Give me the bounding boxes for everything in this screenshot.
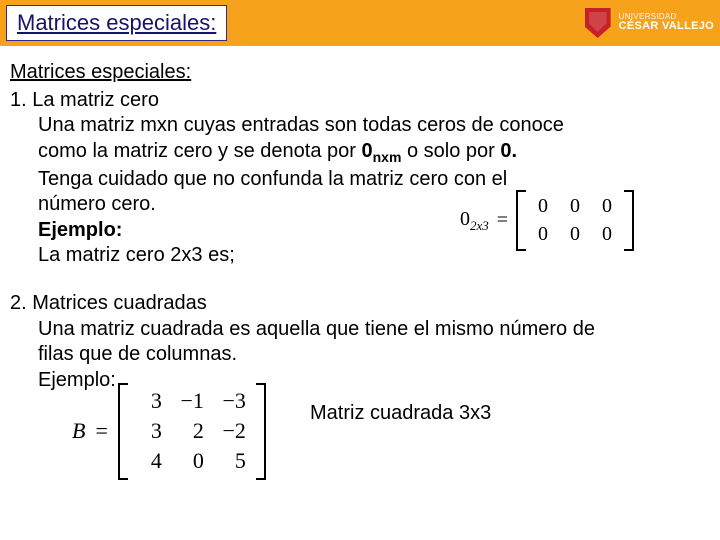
header-band: Matrices especiales: UNIVERSIDAD CÉSAR V… xyxy=(0,0,720,46)
section-subtitle: Matrices especiales: xyxy=(10,60,710,86)
cell: 5 xyxy=(222,447,246,475)
university-line1: UNIVERSIDAD xyxy=(619,13,714,21)
equals-sign: = xyxy=(497,208,508,234)
section-square-matrix: 2. Matrices cuadradas Una matriz cuadrad… xyxy=(10,291,710,393)
slide-body: Matrices especiales: 1. La matriz cero U… xyxy=(0,46,720,393)
matrix-zero: 0 0 0 0 0 0 xyxy=(516,190,634,251)
equals-sign: = xyxy=(95,417,107,445)
eq-lhs: 02x3 xyxy=(460,207,489,235)
eq-lhs: B xyxy=(72,417,85,445)
text-span: como la matriz cero y se denota por xyxy=(38,140,361,162)
matrix-caption: Matriz cuadrada 3x3 xyxy=(310,401,491,427)
cell: −2 xyxy=(222,417,246,445)
bracket-left-icon xyxy=(118,383,128,479)
zero-symbol: 0nxm xyxy=(361,140,401,162)
text-line: Una matriz mxn cuyas entradas son todas … xyxy=(38,113,710,139)
cell: −1 xyxy=(180,387,204,415)
matrix-cells: 0 0 0 0 0 0 xyxy=(526,190,624,251)
bracket-right-icon xyxy=(256,383,266,479)
cell: 3 xyxy=(138,417,162,445)
text-line: como la matriz cero y se denota por 0nxm… xyxy=(38,139,710,167)
cell: 4 xyxy=(138,447,162,475)
cell: 0 xyxy=(536,222,550,248)
item-number: 2. xyxy=(10,292,27,314)
item-number: 1. xyxy=(10,89,27,111)
zero-matrix-equation: 02x3 = 0 0 0 0 0 0 xyxy=(460,190,634,251)
bracket-left-icon xyxy=(516,190,526,251)
cell: 0 xyxy=(536,194,550,220)
text-line: Una matriz cuadrada es aquella que tiene… xyxy=(38,317,710,343)
university-line2: CÉSAR VALLEJO xyxy=(619,21,714,33)
cell: 0 xyxy=(568,194,582,220)
section-zero-matrix: Matrices especiales: 1. La matriz cero U… xyxy=(10,60,710,269)
matrix-cells: 3 −1 −3 3 2 −2 4 0 5 xyxy=(128,383,256,479)
cell: 3 xyxy=(138,387,162,415)
cell: 2 xyxy=(180,417,204,445)
cell: 0 xyxy=(600,222,614,248)
shield-icon xyxy=(585,8,611,38)
item-2-header: 2. Matrices cuadradas xyxy=(10,291,710,317)
zero-symbol: 0. xyxy=(500,140,517,162)
university-logo: UNIVERSIDAD CÉSAR VALLEJO xyxy=(585,8,714,38)
item-2-body: Una matriz cuadrada es aquella que tiene… xyxy=(10,317,710,394)
cell: −3 xyxy=(222,387,246,415)
item-title: Matrices cuadradas xyxy=(32,292,207,314)
slide: Matrices especiales: UNIVERSIDAD CÉSAR V… xyxy=(0,0,720,540)
university-name: UNIVERSIDAD CÉSAR VALLEJO xyxy=(619,13,714,33)
cell: 0 xyxy=(180,447,204,475)
cell: 0 xyxy=(600,194,614,220)
item-title: La matriz cero xyxy=(32,89,159,111)
text-line: filas que de columnas. xyxy=(38,342,710,368)
text-line: Tenga cuidado que no confunda la matriz … xyxy=(38,167,710,193)
item-1-header: 1. La matriz cero xyxy=(10,88,710,114)
slide-title: Matrices especiales: xyxy=(6,5,227,41)
bracket-right-icon xyxy=(624,190,634,251)
square-matrix-equation: B = 3 −1 −3 3 2 −2 4 0 5 xyxy=(72,383,266,479)
cell: 0 xyxy=(568,222,582,248)
text-span: o solo por xyxy=(401,140,500,162)
matrix-B: 3 −1 −3 3 2 −2 4 0 5 xyxy=(118,383,266,479)
